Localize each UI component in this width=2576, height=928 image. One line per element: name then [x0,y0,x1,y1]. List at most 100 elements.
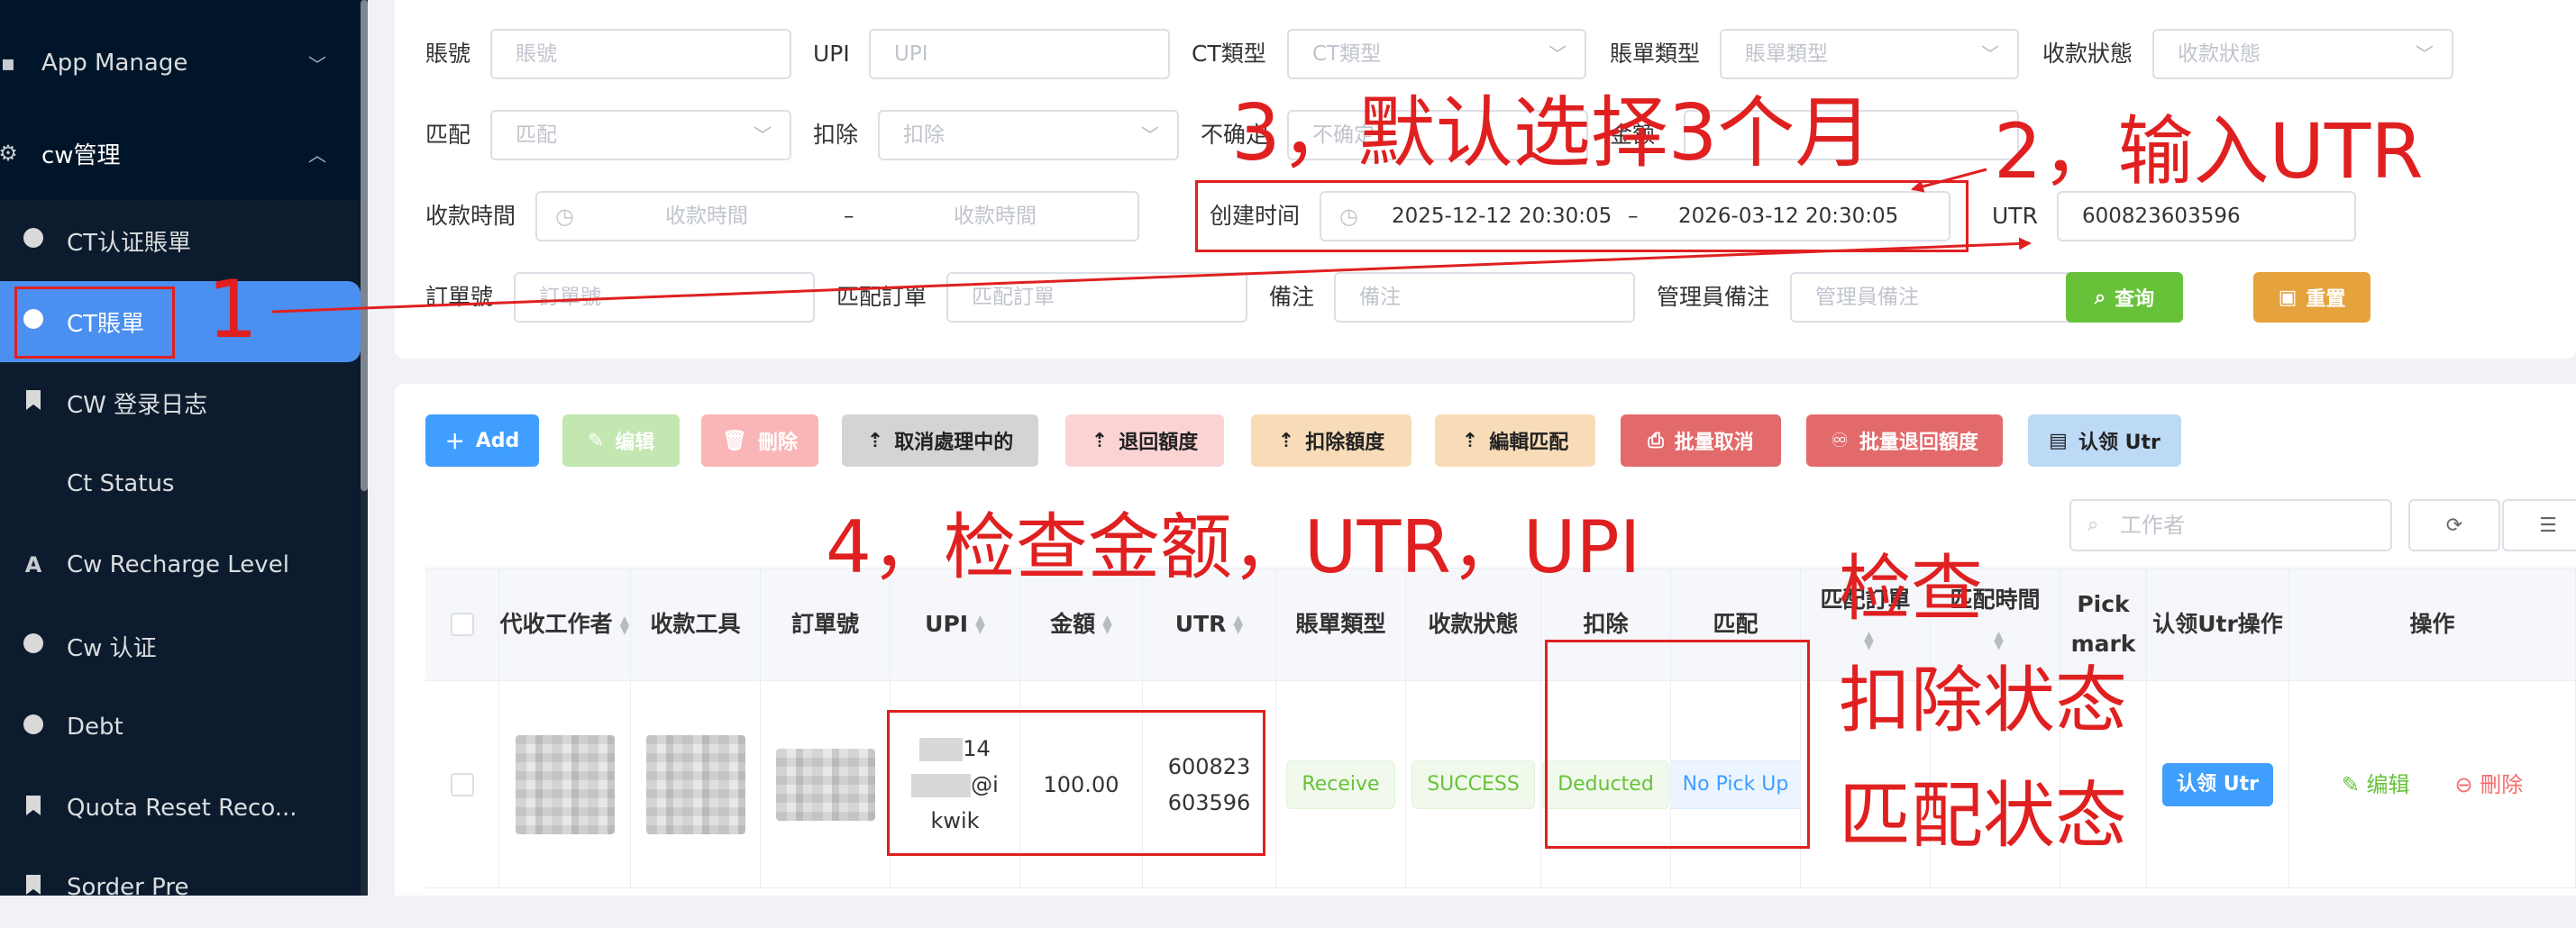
account-input[interactable]: 賬號 [490,29,791,79]
bill-type-select[interactable]: 賬單類型 ﹀ [1720,29,2019,79]
sidebar-item-app-manage[interactable]: ▪ App Manage ﹀ [0,23,361,104]
font-icon: A [24,552,42,578]
claim-utr-button[interactable]: ▤ 认领 Utr [2028,414,2181,467]
annotation-box-ct-bill [14,287,175,359]
sort-icon[interactable]: ▲ ▼ [1233,614,1243,635]
sidebar-item-ct-status[interactable]: Ct Status [0,443,361,524]
redacted-worker [515,735,615,834]
chevron-down-icon: ﹀ [1981,43,1999,65]
redacted-tool [645,735,745,834]
annotation-step4: 4，检查金额，UTR，UPI [826,505,1641,589]
redacted-order-no [775,749,875,821]
sidebar-item-label: App Manage [41,50,188,77]
pay-status-select[interactable]: 收款狀態 ﹀ [2152,29,2453,79]
remark-input[interactable]: 備注 [1334,272,1635,323]
checkbox[interactable] [450,773,474,796]
trash-icon: 🗑 [722,429,747,452]
bookmark-icon [20,796,47,821]
delete-button[interactable]: 🗑 刪除 [701,414,818,467]
match-select[interactable]: 匹配 ﹀ [490,110,791,160]
sort-icon[interactable]: ▲ ▼ [975,614,985,635]
checkbox[interactable] [450,613,474,636]
filter-label-bill-type: 賬單類型 [1610,41,1701,67]
annotation-box-create-time [1195,180,1969,252]
filter-label-utr: UTR [1992,203,2038,229]
chevron-up-icon: ︿ [308,143,326,166]
search-icon: ⌕ [2094,286,2106,309]
sidebar-item-quota-reset[interactable]: Quota Reset Reco... [0,768,361,849]
calendar-icon: ◷ [555,204,574,229]
batch-cancel-button[interactable]: ⎙ 批量取消 [1621,414,1781,467]
chevron-down-icon: ﹀ [1141,124,1159,146]
sliders-icon: ☰ [2539,514,2557,537]
sidebar-item-cw-recharge-level[interactable]: A Cw Recharge Level [0,524,361,605]
sidebar-item-label: Ct Status [67,470,175,497]
bill-type-tag: Receive [1286,760,1395,809]
annotation-box-deduct-match [1545,640,1810,849]
header-actions: 操作 [2289,568,2576,681]
sort-icon[interactable]: ▲ ▼ [1994,630,2004,651]
sidebar-item-label: Cw 认证 [67,634,157,662]
sidebar-item-cw-manage[interactable]: ⚙ cw管理 ︿ [0,113,361,194]
bookmark-icon [20,875,47,900]
annotation-box-upi-amount-utr [887,710,1265,856]
header-worker[interactable]: 代收工作者 ▲ ▼ [499,568,631,681]
worker-search-input[interactable]: ⌕ 工作者 [2069,499,2392,551]
match-order-input[interactable]: 匹配訂單 [946,272,1247,323]
reset-button[interactable]: ▣ 重置 [2253,272,2370,323]
utr-input[interactable]: 600823603596 [2057,191,2356,241]
cell-claim-op: 认领 Utr [2147,681,2289,888]
search-icon: ⌕ [2087,514,2099,536]
sidebar-item-sorder-pre[interactable]: Sorder Pre [0,847,361,928]
filter-label-pay-time: 收款時間 [425,203,516,229]
edit-button[interactable]: ✎ 编辑 [562,414,680,467]
admin-remark-input[interactable]: 管理員備注 [1790,272,2091,323]
sidebar-scrollbar[interactable] [361,0,368,896]
sidebar-item-debt[interactable]: Debt [0,687,361,768]
return-quota-button[interactable]: ⇡ 退回額度 [1065,414,1224,467]
pencil-icon: ✎ [2341,772,2367,797]
row-select[interactable] [425,681,499,888]
query-button[interactable]: ⌕ 查询 [2066,272,2183,323]
header-select-all[interactable] [425,568,499,681]
app-icon: ▪ [0,50,16,76]
cancel-processing-button[interactable]: ⇡ 取消處理中的 [842,414,1038,467]
deduct-quota-button[interactable]: ⇡ 扣除額度 [1251,414,1411,467]
chevron-down-icon: ﹀ [308,53,326,76]
annotation-check-title: 检查 [1839,547,1983,631]
plus-icon: ＋ [444,432,465,454]
column-settings-button[interactable]: ☰ [2502,499,2576,551]
chevron-down-icon: ﹀ [2416,43,2434,65]
row-claim-utr-button[interactable]: 认领 Utr [2162,763,2273,806]
sidebar-item-cw-login-log[interactable]: CW 登录日志 [0,362,361,443]
upload-icon: ⇡ [1091,429,1109,452]
filter-label-upi: UPI [813,41,850,67]
refresh-icon: ▣ [2278,286,2297,309]
sort-icon[interactable]: ▲ ▼ [1102,614,1112,635]
refresh-icon: ⟳ [2445,514,2463,537]
edit-match-button[interactable]: ⇡ 編輯匹配 [1435,414,1595,467]
row-delete-link[interactable]: ⊖ 刪除 [2455,767,2524,803]
sidebar-item-ct-auth-bill[interactable]: CT认证賬單 [0,200,361,281]
refresh-button[interactable]: ⟳ [2408,499,2500,551]
batch-return-quota-button[interactable]: ♾ 批量退回額度 [1806,414,2003,467]
sort-icon[interactable]: ▲ ▼ [1864,630,1874,651]
filter-label-order-no: 訂單號 [425,284,494,310]
upi-input[interactable]: UPI [869,29,1170,79]
cell-tool [631,681,761,888]
sort-icon[interactable]: ▲ ▼ [620,614,630,636]
order-no-input[interactable]: 訂單號 [514,272,815,323]
add-button[interactable]: ＋ Add [425,414,539,467]
filter-label-pay-status: 收款狀態 [2042,41,2133,67]
upload-icon: ⇡ [1461,429,1479,452]
annotation-step3: 3，默认选择3个月 [1231,88,1873,178]
sidebar: ▪ App Manage ﹀ ⚙ cw管理 ︿ CT认证賬單 CT賬單 CW 登… [0,0,368,901]
annotation-step1: 1 [207,263,258,356]
deduct-select[interactable]: 扣除 ﹀ [878,110,1179,160]
ct-type-select[interactable]: CT類型 ﹀ [1287,29,1586,79]
row-edit-link[interactable]: ✎ 编辑 [2342,767,2410,803]
sidebar-item-cw-auth[interactable]: Cw 认证 [0,605,361,687]
header-claim-op: 认领Utr操作 [2147,568,2289,681]
cell-order-no [761,681,891,888]
pay-time-range-picker[interactable]: ◷ 收款時間 – 收款時間 [535,191,1139,241]
